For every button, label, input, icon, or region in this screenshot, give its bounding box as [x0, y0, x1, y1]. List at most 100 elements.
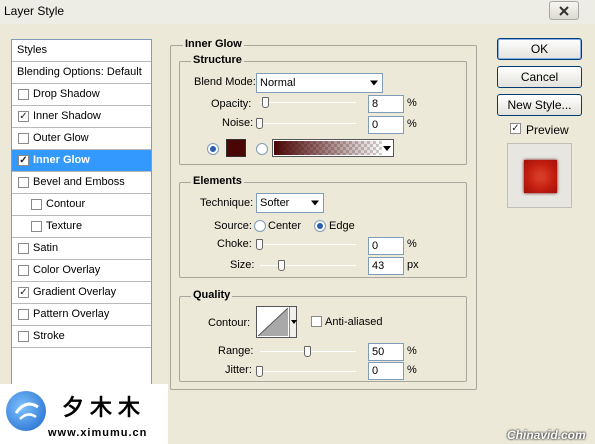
size-unit: px	[407, 259, 419, 271]
chevron-down-icon	[370, 80, 378, 86]
choke-unit: %	[407, 238, 417, 250]
gradient-radio[interactable]	[256, 143, 268, 155]
noise-input[interactable]: 0	[368, 116, 404, 134]
choke-label: Choke:	[217, 238, 252, 250]
technique-label: Technique:	[200, 197, 254, 209]
quality-group	[179, 296, 467, 382]
source-edge-label: Edge	[329, 220, 355, 232]
solid-color-radio[interactable]	[207, 143, 219, 155]
noise-slider-track[interactable]	[260, 123, 356, 124]
inner-glow-title: Inner Glow	[183, 38, 244, 50]
style-checkbox[interactable]	[31, 221, 42, 232]
size-slider-track[interactable]	[260, 265, 356, 266]
anti-aliased-checkbox[interactable]	[311, 316, 322, 327]
title-bar: Layer Style	[0, 0, 595, 24]
style-item-label: Satin	[33, 242, 59, 254]
noise-unit: %	[407, 118, 417, 130]
style-item-satin[interactable]: Satin	[12, 238, 151, 260]
choke-input[interactable]: 0	[368, 237, 404, 255]
style-checkbox[interactable]	[18, 133, 29, 144]
style-checkbox[interactable]	[18, 309, 29, 320]
glow-color-swatch[interactable]	[226, 139, 246, 157]
style-item-styles[interactable]: Styles	[12, 40, 151, 62]
style-item-contour[interactable]: Contour	[12, 194, 151, 216]
blend-mode-select[interactable]: Normal	[256, 73, 383, 93]
checkmark-icon: ✓	[511, 122, 520, 134]
style-item-outer-glow[interactable]: Outer Glow	[12, 128, 151, 150]
blend-mode-value: Normal	[260, 77, 296, 89]
range-slider-thumb[interactable]	[304, 346, 311, 357]
checkmark-icon: ✓	[19, 154, 28, 166]
new-style-button[interactable]: New Style...	[497, 94, 582, 116]
style-item-gradient-overlay[interactable]: ✓ Gradient Overlay	[12, 282, 151, 304]
jitter-input[interactable]: 0	[368, 362, 404, 380]
style-item-label: Outer Glow	[33, 132, 89, 144]
source-center-label: Center	[268, 220, 302, 232]
style-item-label: Inner Glow	[33, 154, 90, 166]
style-item-label: Contour	[46, 198, 86, 210]
elements-title: Elements	[191, 175, 244, 187]
style-checkbox[interactable]	[18, 331, 29, 342]
style-item-bevel-and-emboss[interactable]: Bevel and Emboss	[12, 172, 151, 194]
range-input[interactable]: 50	[368, 343, 404, 361]
style-item-inner-shadow[interactable]: ✓ Inner Shadow	[12, 106, 151, 128]
style-item-label: Stroke	[33, 330, 65, 342]
preview-thumbnail	[507, 143, 572, 208]
cancel-button[interactable]: Cancel	[497, 66, 582, 88]
ok-button[interactable]: OK	[497, 38, 582, 60]
choke-slider-track[interactable]	[260, 244, 356, 245]
gradient-preview	[274, 141, 382, 155]
source-edge-radio[interactable]	[314, 220, 326, 232]
styles-list: Styles Blending Options: Default Drop Shad…	[11, 39, 152, 400]
style-item-label: Gradient Overlay	[33, 286, 117, 298]
style-checkbox[interactable]	[18, 177, 29, 188]
style-checkbox[interactable]: ✓	[18, 287, 29, 298]
logo-mark-icon	[14, 402, 39, 420]
style-item-label: Drop Shadow	[33, 88, 100, 100]
contour-dropdown[interactable]	[289, 307, 297, 337]
style-checkbox[interactable]	[18, 89, 29, 100]
preview-checkbox[interactable]: ✓	[510, 123, 521, 134]
source-center-radio[interactable]	[254, 220, 266, 232]
style-item-label: Pattern Overlay	[33, 308, 110, 320]
style-checkbox[interactable]	[31, 199, 42, 210]
contour-picker[interactable]	[256, 306, 297, 338]
jitter-slider-track[interactable]	[260, 371, 356, 372]
anti-aliased-label: Anti-aliased	[325, 316, 383, 328]
opacity-slider-thumb[interactable]	[262, 97, 269, 108]
style-checkbox[interactable]: ✓	[18, 111, 29, 122]
chevron-down-icon	[383, 146, 391, 151]
opacity-input[interactable]: 8	[368, 95, 404, 113]
noise-label: Noise:	[222, 117, 254, 129]
contour-label: Contour:	[208, 317, 251, 329]
style-item-pattern-overlay[interactable]: Pattern Overlay	[12, 304, 151, 326]
style-item-texture[interactable]: Texture	[12, 216, 151, 238]
style-item-blending-options-default[interactable]: Blending Options: Default	[12, 62, 151, 84]
style-checkbox[interactable]	[18, 243, 29, 254]
close-icon	[559, 5, 569, 16]
blend-mode-label: Blend Mode:	[194, 76, 256, 88]
style-item-color-overlay[interactable]: Color Overlay	[12, 260, 151, 282]
ximumu-logo	[6, 391, 46, 431]
style-item-label: Bevel and Emboss	[33, 176, 125, 188]
opacity-slider-track[interactable]	[260, 102, 356, 103]
technique-select[interactable]: Softer	[256, 193, 324, 213]
noise-slider-thumb[interactable]	[256, 118, 263, 129]
style-item-label: Inner Shadow	[33, 110, 101, 122]
range-unit: %	[407, 345, 417, 357]
choke-slider-thumb[interactable]	[256, 239, 263, 250]
style-item-drop-shadow[interactable]: Drop Shadow	[12, 84, 151, 106]
jitter-slider-thumb[interactable]	[256, 366, 263, 377]
corner-watermark: Chinavid.com	[507, 428, 586, 442]
preview-label: Preview	[526, 123, 569, 137]
contour-linear-icon	[258, 308, 288, 336]
close-button[interactable]	[549, 1, 579, 20]
size-input[interactable]: 43	[368, 257, 404, 275]
size-slider-thumb[interactable]	[278, 260, 285, 271]
style-checkbox[interactable]: ✓	[18, 155, 29, 166]
style-item-inner-glow[interactable]: ✓ Inner Glow	[12, 150, 151, 172]
jitter-unit: %	[407, 364, 417, 376]
gradient-picker[interactable]	[272, 139, 394, 157]
style-item-stroke[interactable]: Stroke	[12, 326, 151, 348]
style-checkbox[interactable]	[18, 265, 29, 276]
